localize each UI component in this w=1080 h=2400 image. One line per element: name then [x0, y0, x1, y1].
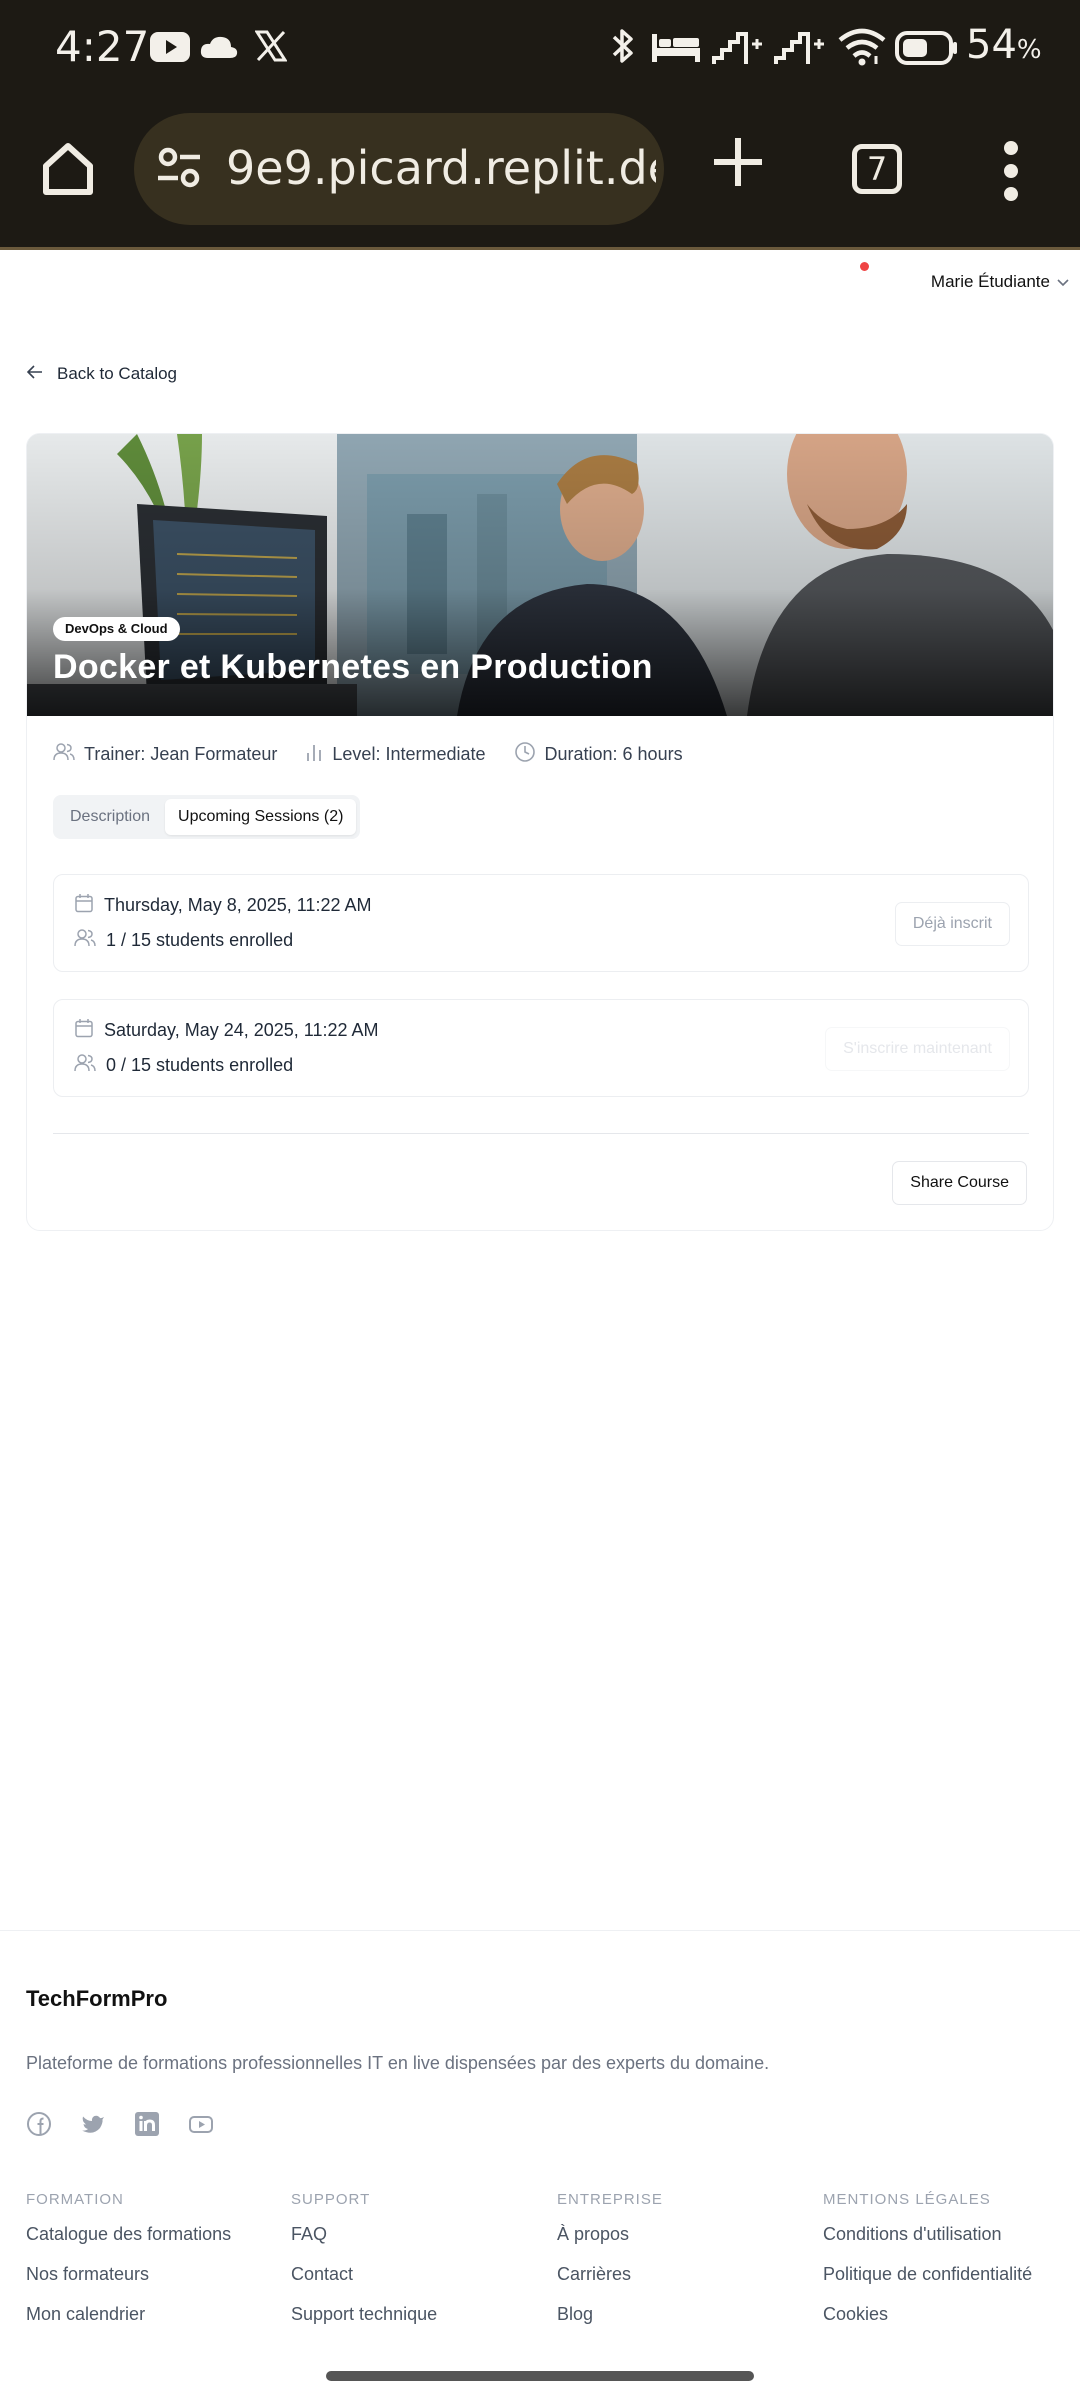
battery-percent: 54% [966, 22, 1042, 68]
youtube-icon [150, 32, 190, 67]
card-divider [53, 1133, 1029, 1134]
signal-icon [774, 30, 826, 71]
trainer-info: Trainer: Jean Formateur [53, 741, 277, 768]
course-hero-image: DevOps & Cloud Docker et Kubernetes en P… [27, 434, 1053, 716]
footer-link[interactable]: Contact [291, 2264, 551, 2285]
footer-column-mentions-legales: MENTIONS LÉGALES Conditions d'utilisatio… [823, 2191, 1080, 2344]
browser-toolbar: 9e9.picard.replit.dev 7 [0, 110, 1080, 230]
bluetooth-icon [610, 26, 636, 71]
already-enrolled-button[interactable]: Déjà inscrit [894, 902, 1010, 946]
signal-icon [712, 30, 764, 71]
home-indicator[interactable] [326, 2371, 754, 2381]
status-bar: 4:27 54% [0, 0, 1080, 98]
browser-chrome: 4:27 54% 9e9.picard.replit.dev 7 [0, 0, 1080, 250]
enroll-now-button[interactable]: S'inscrire maintenant [825, 1027, 1010, 1071]
user-menu[interactable]: Marie Étudiante [931, 272, 1070, 292]
footer-column-entreprise: ENTREPRISE À propos Carrières Blog [557, 2191, 817, 2344]
session-enrolled: 1 / 15 students enrolled [106, 930, 294, 950]
session-date: Saturday, May 24, 2025, 11:22 AM [104, 1020, 379, 1040]
tab-upcoming-sessions[interactable]: Upcoming Sessions (2) [165, 799, 357, 835]
session-card: Thursday, May 8, 2025, 11:22 AM 1 / 15 s… [53, 874, 1029, 972]
bar-chart-icon [305, 742, 323, 767]
session-date-row: Thursday, May 8, 2025, 11:22 AM [74, 893, 371, 918]
footer-link[interactable]: Politique de confidentialité [823, 2264, 1080, 2285]
session-enrolled-row: 0 / 15 students enrolled [74, 1053, 293, 1078]
category-badge: DevOps & Cloud [53, 617, 180, 641]
tab-description[interactable]: Description [57, 799, 163, 835]
share-course-button[interactable]: Share Course [892, 1161, 1027, 1205]
footer-link[interactable]: Catalogue des formations [26, 2224, 286, 2245]
footer-link[interactable]: Nos formateurs [26, 2264, 286, 2285]
cloud-icon [200, 34, 238, 65]
arrow-left-icon [26, 364, 43, 384]
footer-column-support: SUPPORT FAQ Contact Support technique [291, 2191, 551, 2344]
footer-brand: TechFormPro [26, 1986, 168, 2011]
footer-tagline: Plateforme de formations professionnelle… [26, 2053, 770, 2073]
course-tabs: Description Upcoming Sessions (2) [53, 795, 361, 839]
users-icon [74, 1053, 96, 1078]
course-card: DevOps & Cloud Docker et Kubernetes en P… [26, 433, 1054, 1231]
footer-link[interactable]: Support technique [291, 2304, 551, 2325]
level-label: Level: Intermediate [332, 744, 486, 764]
url-text[interactable]: 9e9.picard.replit.dev [226, 141, 656, 195]
users-icon [53, 742, 75, 767]
user-name: Marie Étudiante [930, 272, 1050, 291]
chevron-down-icon [1056, 272, 1070, 292]
new-tab-icon[interactable] [712, 136, 764, 188]
calendar-icon [74, 1018, 94, 1043]
home-icon[interactable] [38, 138, 98, 198]
footer-link[interactable]: À propos [557, 2224, 817, 2245]
footer-column-formation: FORMATION Catalogue des formations Nos f… [26, 2191, 286, 2344]
social-links [26, 2111, 214, 2137]
address-bar[interactable]: 9e9.picard.replit.dev [134, 113, 664, 225]
wifi-icon [838, 28, 886, 71]
back-to-catalog-link[interactable]: Back to Catalog [26, 364, 178, 384]
twitter-icon[interactable] [80, 2111, 106, 2137]
footer-link[interactable]: Blog [557, 2304, 817, 2325]
footer-column-title: FORMATION [26, 2191, 124, 2208]
duration-label: Duration: 6 hours [544, 744, 683, 764]
footer-column-title: MENTIONS LÉGALES [823, 2191, 991, 2208]
trainer-label: Trainer: Jean Formateur [84, 744, 278, 764]
session-date-row: Saturday, May 24, 2025, 11:22 AM [74, 1018, 379, 1043]
footer-link[interactable]: Cookies [823, 2304, 1080, 2325]
battery-icon [895, 31, 959, 70]
footer-link[interactable]: Mon calendrier [26, 2304, 286, 2325]
session-date: Thursday, May 8, 2025, 11:22 AM [104, 895, 372, 915]
session-enrolled: 0 / 15 students enrolled [106, 1055, 294, 1075]
tab-switcher-button[interactable]: 7 [852, 144, 902, 194]
session-card: Saturday, May 24, 2025, 11:22 AM 0 / 15 … [53, 999, 1029, 1097]
course-meta: Trainer: Jean Formateur Level: Intermedi… [53, 741, 683, 768]
level-info: Level: Intermediate [305, 741, 486, 768]
site-settings-icon[interactable] [156, 145, 202, 191]
more-menu-icon[interactable] [1000, 140, 1022, 202]
footer-link[interactable]: Conditions d'utilisation [823, 2224, 1080, 2245]
linkedin-icon[interactable] [134, 2111, 160, 2137]
course-title: Docker et Kubernetes en Production [53, 648, 653, 686]
footer-link[interactable]: FAQ [291, 2224, 551, 2245]
footer-column-title: SUPPORT [291, 2191, 371, 2208]
youtube-icon[interactable] [188, 2111, 214, 2137]
notification-dot [860, 262, 869, 271]
site-footer: TechFormPro Plateforme de formations pro… [0, 1930, 1080, 2400]
session-enrolled-row: 1 / 15 students enrolled [74, 928, 293, 953]
footer-link[interactable]: Carrières [557, 2264, 817, 2285]
x-icon [254, 30, 288, 67]
duration-info: Duration: 6 hours [514, 741, 683, 768]
back-label: Back to Catalog [57, 364, 178, 383]
footer-column-title: ENTREPRISE [557, 2191, 663, 2208]
clock-icon [514, 741, 536, 768]
users-icon [74, 928, 96, 953]
facebook-icon[interactable] [26, 2111, 52, 2137]
calendar-icon [74, 893, 94, 918]
bed-icon [650, 30, 702, 69]
status-time: 4:27 [55, 22, 150, 71]
